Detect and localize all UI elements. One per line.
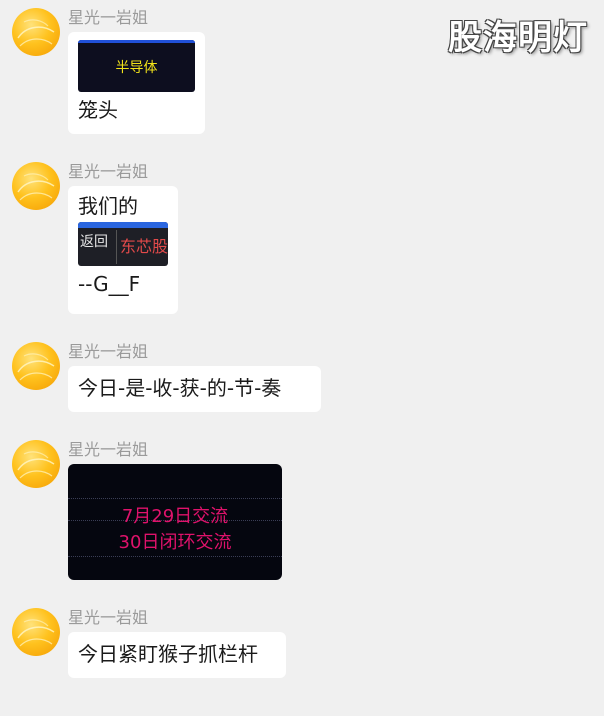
sender-name: 星光一岩姐 [68,8,149,27]
avatar-icon [17,451,55,479]
image-text-line: 30日闭环交流 [118,532,232,553]
dotted-divider [68,556,282,557]
avatar[interactable] [12,440,60,488]
message-text: 笼头 [78,98,118,122]
avatar-icon [17,353,55,381]
image-thumbnail[interactable]: 返回 东芯股 [78,222,168,266]
thumbnail-back-label: 返回 [80,234,108,250]
message-bubble[interactable]: 今日紧盯猴子抓栏杆 [68,632,286,678]
thumbnail-divider [116,230,117,264]
sender-name: 星光一岩姐 [68,440,149,459]
image-message[interactable]: 7月29日交流 30日闭环交流 [68,464,282,580]
dotted-divider [68,498,282,499]
message-text: 今日-是-收-获-的-节-奏 [78,376,282,400]
avatar-icon [17,173,55,201]
thumbnail-header-bar [78,40,195,43]
message-text: 我们的 [78,194,138,218]
watermark-logo: 股海明灯 [448,18,588,58]
message-text: 今日紧盯猴子抓栏杆 [78,642,258,666]
sender-name: 星光一岩姐 [68,608,149,627]
image-text-line: 7月29日交流 [121,506,229,527]
message-bubble[interactable]: 我们的 返回 东芯股 --G__F [68,186,178,314]
thumbnail-text: 半导体 [115,60,158,76]
sender-name: 星光一岩姐 [68,342,149,361]
image-thumbnail[interactable]: 半导体 [78,40,195,92]
message-bubble[interactable]: 今日-是-收-获-的-节-奏 [68,366,321,412]
avatar-icon [17,19,55,47]
avatar-icon [17,619,55,647]
avatar[interactable] [12,608,60,656]
sender-name: 星光一岩姐 [68,162,149,181]
thumbnail-stock-label: 东芯股 [120,237,168,256]
avatar[interactable] [12,162,60,210]
avatar[interactable] [12,342,60,390]
thumbnail-header-bar [78,222,168,228]
message-text: --G__F [78,272,141,296]
avatar[interactable] [12,8,60,56]
message-bubble[interactable]: 半导体 笼头 [68,32,205,134]
